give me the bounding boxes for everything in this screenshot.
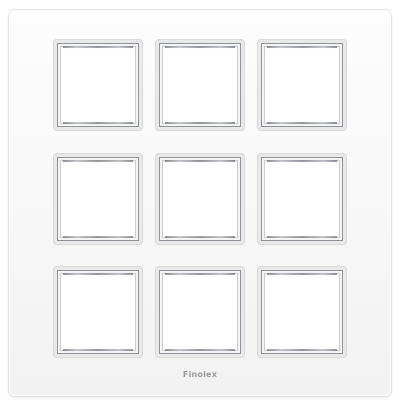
module-slot-r1c3 (258, 40, 346, 130)
module-slot-r2c3 (258, 154, 346, 244)
module-slot-r3c1 (54, 267, 142, 357)
module-slot-r3c2 (156, 267, 244, 357)
switch-plate-scene: Finolex (0, 0, 400, 400)
module-slot-r3c3 (258, 267, 346, 357)
module-slot-r2c1 (54, 154, 142, 244)
brand-logo-text: Finolex (182, 370, 218, 379)
switch-cover-plate (9, 10, 391, 396)
module-slot-r1c2 (156, 40, 244, 130)
module-slot-r2c2 (156, 154, 244, 244)
module-slot-r1c1 (54, 40, 142, 130)
